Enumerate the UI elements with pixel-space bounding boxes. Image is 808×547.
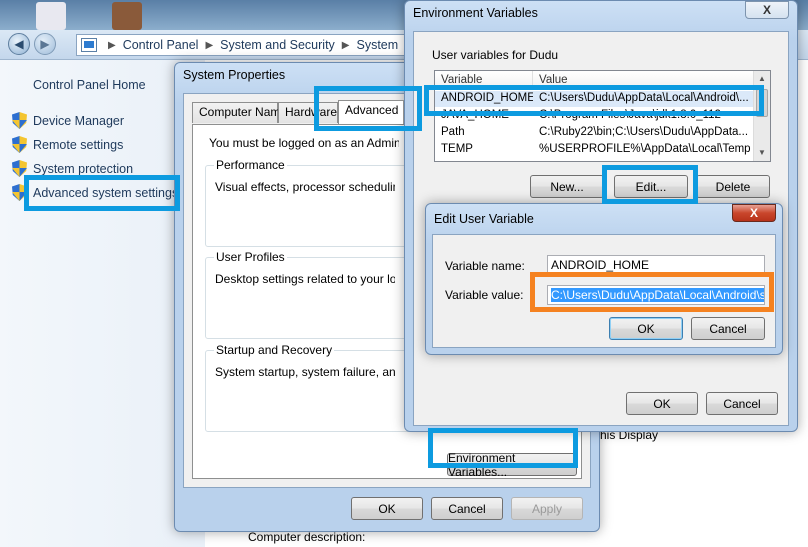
edit-button[interactable]: Edit... <box>614 175 688 198</box>
variable-name-cell: ANDROID_HOME <box>441 92 533 104</box>
env-ok-button[interactable]: OK <box>626 392 698 415</box>
shield-icon <box>12 112 27 129</box>
variable-value-field[interactable]: C:\Users\Dudu\AppData\Local\Android\sdk <box>547 285 765 305</box>
edit-ok-button[interactable]: OK <box>609 317 683 340</box>
control-panel-home-link[interactable]: Control Panel Home <box>33 78 146 92</box>
variable-value-label: Variable value: <box>445 288 524 302</box>
column-value[interactable]: Value <box>533 71 755 88</box>
window-title: Environment Variables <box>413 6 538 20</box>
tab-advanced[interactable]: Advanced <box>338 100 404 124</box>
apply-button[interactable]: Apply <box>511 497 583 520</box>
table-row[interactable]: ANDROID_HOME C:\Users\Dudu\AppData\Local… <box>435 91 755 107</box>
table-row[interactable]: Path C:\Ruby22\bin;C:\Users\Dudu\AppData… <box>435 125 755 141</box>
ok-button[interactable]: OK <box>351 497 423 520</box>
variable-name-cell: JAVA_HOME <box>441 109 509 121</box>
window-title: System Properties <box>183 68 286 82</box>
delete-button[interactable]: Delete <box>696 175 770 198</box>
sidebar-item-device-manager[interactable]: Device Manager <box>12 112 124 129</box>
breadcrumb-system[interactable]: System <box>357 38 399 52</box>
variable-value-cell: C:\Ruby22\bin;C:\Users\Dudu\AppData... <box>539 126 749 138</box>
env-cancel-button[interactable]: Cancel <box>706 392 778 415</box>
variable-value-cell: C:\Program Files\Java\jdk1.8.0_112 <box>539 109 721 121</box>
shield-icon <box>12 136 27 153</box>
table-row[interactable]: TEMP %USERPROFILE%\AppData\Local\Temp <box>435 142 755 158</box>
tab-computer-name[interactable]: Computer Name <box>192 102 287 123</box>
shield-icon <box>12 184 27 201</box>
performance-description: Visual effects, processor scheduling, me… <box>215 180 395 194</box>
cancel-button[interactable]: Cancel <box>431 497 503 520</box>
list-header: Variable Value <box>435 71 755 89</box>
tab-hardware[interactable]: Hardware <box>278 102 338 123</box>
desktop-thumbnail-icon <box>36 2 66 30</box>
user-profiles-legend: User Profiles <box>214 250 287 264</box>
column-variable[interactable]: Variable <box>435 71 533 88</box>
back-button[interactable]: ◀ <box>8 33 30 55</box>
chevron-right-icon: ▶ <box>205 39 214 51</box>
sidebar-item-label: Device Manager <box>33 113 125 128</box>
variable-name-field[interactable]: ANDROID_HOME <box>547 255 765 275</box>
edit-user-variable-dialog: Edit User Variable X Variable name: ANDR… <box>425 203 783 355</box>
variable-value-text: C:\Users\Dudu\AppData\Local\Android\sdk <box>551 288 764 302</box>
edit-client-area: Variable name: ANDROID_HOME Variable val… <box>432 234 776 348</box>
variable-name-cell: Path <box>441 126 465 138</box>
close-button[interactable]: X <box>745 1 789 19</box>
control-panel-icon <box>81 38 97 52</box>
close-icon: X <box>762 3 771 17</box>
sidebar-item-advanced-system-settings[interactable]: Advanced system settings <box>12 184 178 201</box>
user-variables-list[interactable]: Variable Value ANDROID_HOME C:\Users\Dud… <box>434 70 771 162</box>
dialog-title: Edit User Variable <box>434 212 534 226</box>
variable-value-cell: %USERPROFILE%\AppData\Local\Temp <box>539 143 751 155</box>
close-button[interactable]: X <box>732 204 776 222</box>
user-variables-label: User variables for Dudu <box>432 48 559 62</box>
sidebar-item-label: Advanced system settings <box>33 185 179 200</box>
environment-variables-button[interactable]: Environment Variables... <box>447 451 577 479</box>
chevron-right-icon: ▶ <box>108 39 116 51</box>
chevron-right-icon: ▶ <box>341 39 350 51</box>
startup-recovery-description: System startup, system failure, and debu… <box>215 365 395 379</box>
breadcrumb-control-panel[interactable]: Control Panel <box>123 38 199 52</box>
breadcrumb[interactable]: ▶ Control Panel ▶ System and Security ▶ … <box>76 34 412 56</box>
sidebar-item-label: System protection <box>33 161 134 176</box>
scroll-up-icon[interactable]: ▲ <box>754 71 770 87</box>
shield-icon <box>12 160 27 177</box>
forward-button[interactable]: ▶ <box>34 33 56 55</box>
startup-recovery-legend: Startup and Recovery <box>214 343 335 357</box>
admin-notice: You must be logged on as an Administrato… <box>209 136 399 150</box>
variable-name-label: Variable name: <box>445 259 525 273</box>
sidebar-item-label: Remote settings <box>33 137 124 152</box>
sidebar-item-remote-settings[interactable]: Remote settings <box>12 136 123 153</box>
table-row[interactable]: JAVA_HOME C:\Program Files\Java\jdk1.8.0… <box>435 108 755 124</box>
edit-cancel-button[interactable]: Cancel <box>691 317 765 340</box>
scroll-down-icon[interactable]: ▼ <box>754 145 770 161</box>
breadcrumb-system-security[interactable]: System and Security <box>220 38 335 52</box>
performance-legend: Performance <box>214 158 287 172</box>
sidebar-item-system-protection[interactable]: System protection <box>12 160 133 177</box>
variable-name-cell: TEMP <box>441 143 473 155</box>
computer-description-label: Computer description: <box>248 530 366 544</box>
scroll-thumb[interactable] <box>756 89 768 117</box>
variable-value-cell: C:\Users\Dudu\AppData\Local\Android\... <box>539 92 749 104</box>
list-scrollbar[interactable]: ▲ ▼ <box>753 71 770 161</box>
new-button[interactable]: New... <box>530 175 604 198</box>
user-profiles-description: Desktop settings related to your logon <box>215 272 395 286</box>
desktop-thumbnail-icon <box>112 2 142 30</box>
close-icon: X <box>749 206 758 220</box>
